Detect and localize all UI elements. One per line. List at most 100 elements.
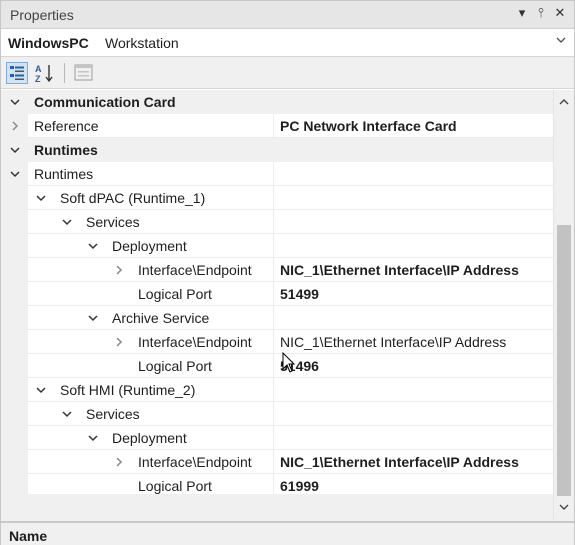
property-pages-button[interactable] — [73, 62, 95, 84]
panel-title: Properties — [10, 7, 74, 23]
property-label: Services — [86, 214, 140, 230]
panel-titlebar[interactable]: Properties ▾ ⫯ ✕ — [1, 1, 574, 29]
property-row[interactable]: Interface\Endpoint NIC_1\Ethernet Interfa… — [1, 330, 553, 354]
property-row[interactable]: Logical Port 51496 — [1, 354, 553, 378]
property-name-cell[interactable]: Archive Service — [28, 306, 274, 330]
property-label: Soft dPAC (Runtime_1) — [60, 190, 206, 206]
chevron-down-icon[interactable] — [86, 431, 100, 445]
property-name-cell[interactable]: Interface\Endpoint — [28, 450, 274, 474]
row-gutter — [1, 426, 28, 450]
vertical-scrollbar[interactable] — [553, 90, 574, 521]
property-value-cell[interactable] — [274, 138, 553, 162]
chevron-down-icon[interactable] — [8, 95, 22, 109]
titlebar-buttons: ▾ ⫯ ✕ — [516, 5, 566, 21]
property-value-cell[interactable] — [274, 90, 553, 114]
alphabetical-button[interactable]: A Z — [34, 62, 56, 84]
property-name-cell[interactable]: Communication Card — [28, 90, 274, 114]
row-gutter — [1, 330, 28, 354]
property-value: PC Network Interface Card — [280, 118, 457, 134]
categorized-button[interactable] — [6, 62, 28, 84]
chevron-down-icon[interactable] — [86, 239, 100, 253]
property-row[interactable]: Services — [1, 402, 553, 426]
property-value: NIC_1\Ethernet Interface\IP Address — [280, 334, 507, 350]
property-value-cell[interactable]: 51499 — [274, 282, 553, 306]
chevron-down-icon[interactable] — [86, 311, 100, 325]
property-name-cell[interactable]: Interface\Endpoint — [28, 330, 274, 354]
property-value-cell[interactable] — [274, 234, 553, 258]
properties-panel: Properties ▾ ⫯ ✕ WindowsPC Workstation A… — [0, 0, 575, 545]
property-value: NIC_1\Ethernet Interface\IP Address — [280, 454, 519, 470]
chevron-right-icon[interactable] — [112, 263, 126, 277]
property-label: Archive Service — [112, 310, 210, 326]
property-row[interactable]: Logical Port 61999 — [1, 474, 553, 494]
property-name-cell[interactable]: Logical Port — [28, 474, 274, 494]
property-value-cell[interactable] — [274, 378, 553, 402]
property-name-cell[interactable]: Runtimes — [28, 138, 274, 162]
property-value-cell[interactable]: 61999 — [274, 474, 553, 494]
row-gutter — [1, 402, 28, 426]
property-row[interactable]: Reference PC Network Interface Card — [1, 114, 553, 138]
scroll-thumb[interactable] — [557, 225, 571, 496]
property-name-cell[interactable]: Deployment — [28, 426, 274, 450]
property-value-cell[interactable] — [274, 186, 553, 210]
property-row[interactable]: Interface\Endpoint NIC_1\Ethernet Interfa… — [1, 450, 553, 474]
property-row[interactable]: Interface\Endpoint NIC_1\Ethernet Interfa… — [1, 258, 553, 282]
property-row[interactable]: Runtimes — [1, 162, 553, 186]
row-gutter — [1, 306, 28, 330]
property-row[interactable]: Logical Port 51499 — [1, 282, 553, 306]
property-label: Runtimes — [34, 166, 94, 182]
property-row[interactable]: Services — [1, 210, 553, 234]
property-value-cell[interactable]: 51496 — [274, 354, 553, 378]
object-type: Workstation — [105, 35, 179, 51]
property-value-cell[interactable] — [274, 162, 553, 186]
property-value-cell[interactable]: NIC_1\Ethernet Interface\IP Address — [274, 330, 553, 354]
chevron-right-icon[interactable] — [8, 119, 22, 133]
pin-icon[interactable]: ⫯ — [535, 5, 547, 21]
chevron-down-icon[interactable] — [34, 191, 48, 205]
category-row[interactable]: Runtimes — [1, 138, 553, 162]
property-row[interactable]: Soft dPAC (Runtime_1) — [1, 186, 553, 210]
category-row[interactable]: Communication Card — [1, 90, 553, 114]
property-row[interactable]: Deployment — [1, 426, 553, 450]
property-label: Services — [86, 406, 140, 422]
property-value-cell[interactable]: NIC_1\Ethernet Interface\IP Address — [274, 258, 553, 282]
property-row[interactable]: Deployment — [1, 234, 553, 258]
scroll-down-icon[interactable] — [558, 501, 570, 513]
svg-text:A: A — [35, 64, 42, 74]
chevron-down-icon[interactable] — [8, 143, 22, 157]
chevron-down-icon[interactable] — [60, 215, 74, 229]
chevron-down-icon[interactable] — [60, 407, 74, 421]
row-gutter — [1, 186, 28, 210]
dropdown-arrow-icon[interactable]: ▾ — [516, 5, 528, 21]
property-row[interactable]: Soft HMI (Runtime_2) — [1, 378, 553, 402]
property-value-cell[interactable] — [274, 210, 553, 234]
property-name-cell[interactable]: Logical Port — [28, 282, 274, 306]
scroll-up-icon[interactable] — [558, 96, 570, 108]
close-icon[interactable]: ✕ — [554, 5, 566, 21]
property-value-cell[interactable]: PC Network Interface Card — [274, 114, 553, 138]
chevron-down-icon[interactable] — [8, 167, 22, 181]
property-name-cell[interactable]: Soft HMI (Runtime_2) — [28, 378, 274, 402]
chevron-right-icon[interactable] — [112, 335, 126, 349]
property-value-cell[interactable]: NIC_1\Ethernet Interface\IP Address — [274, 450, 553, 474]
property-name-cell[interactable]: Logical Port — [28, 354, 274, 378]
property-label: Soft HMI (Runtime_2) — [60, 382, 196, 398]
chevron-right-icon[interactable] — [112, 455, 126, 469]
description-pane: Name — [1, 521, 574, 545]
property-name-cell[interactable]: Runtimes — [28, 162, 274, 186]
property-label: Deployment — [112, 238, 187, 254]
property-value-cell[interactable] — [274, 402, 553, 426]
property-row[interactable]: Archive Service — [1, 306, 553, 330]
object-selector[interactable]: WindowsPC Workstation — [1, 29, 574, 57]
property-name-cell[interactable]: Reference — [28, 114, 274, 138]
property-value-cell[interactable] — [274, 306, 553, 330]
property-name-cell[interactable]: Deployment — [28, 234, 274, 258]
row-gutter — [1, 234, 28, 258]
property-value-cell[interactable] — [274, 426, 553, 450]
chevron-down-icon[interactable] — [34, 383, 48, 397]
chevron-down-icon[interactable] — [554, 33, 568, 50]
property-label: Reference — [34, 118, 99, 134]
property-name-cell[interactable]: Interface\Endpoint — [28, 258, 274, 282]
property-grid: Communication Card Reference PC Network In… — [1, 90, 553, 494]
property-name-cell[interactable]: Soft dPAC (Runtime_1) — [28, 186, 274, 210]
